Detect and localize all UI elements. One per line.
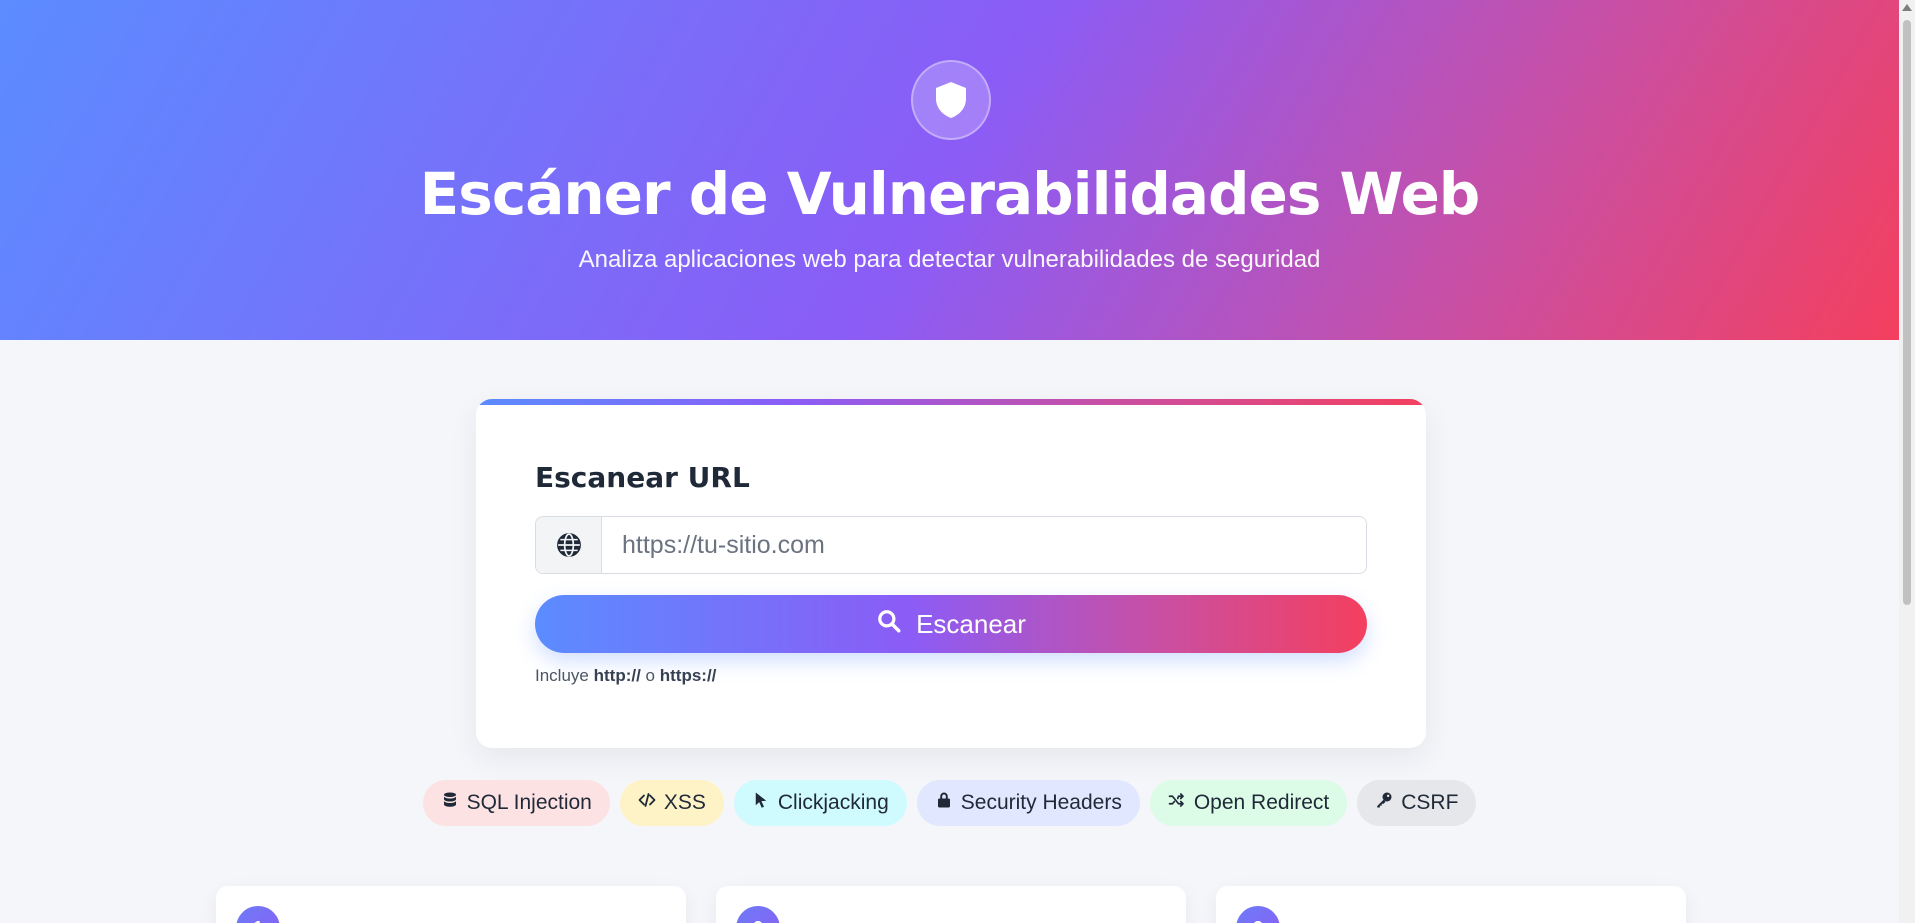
hero-header: Escáner de Vulnerabilidades Web Analiza …	[0, 0, 1899, 340]
pointer-icon	[752, 791, 770, 815]
step-number-badge: 2	[736, 906, 780, 923]
scrollbar-thumb[interactable]	[1903, 20, 1911, 605]
page-scrollbar[interactable]	[1899, 0, 1915, 923]
tag-security-headers[interactable]: Security Headers	[916, 780, 1140, 826]
code-icon	[638, 791, 656, 815]
tag-clickjacking[interactable]: Clickjacking	[733, 780, 907, 826]
tag-label: Security Headers	[960, 791, 1122, 814]
tag-label: CSRF	[1401, 791, 1459, 814]
scan-card: Escanear URL Escanear Incluye http:// o …	[476, 399, 1426, 748]
shuffle-icon	[1168, 791, 1186, 815]
database-icon	[441, 791, 459, 815]
tag-label: SQL Injection	[466, 791, 592, 814]
tag-csrf[interactable]: CSRF	[1357, 780, 1477, 826]
tag-label: XSS	[663, 791, 706, 814]
search-icon	[876, 608, 902, 641]
key-icon	[1375, 791, 1393, 815]
hint-http: http://	[593, 666, 641, 685]
tag-label: Clickjacking	[777, 791, 889, 814]
step-card-1: 1	[216, 886, 686, 923]
url-input[interactable]	[602, 517, 1366, 573]
shield-icon	[911, 60, 991, 140]
hint-https: https://	[659, 666, 717, 685]
step-card-3: 3	[1216, 886, 1686, 923]
step-number-badge: 3	[1236, 906, 1280, 923]
card-accent-bar	[476, 399, 1426, 405]
globe-icon	[536, 517, 602, 573]
hint-or: o	[645, 666, 656, 685]
scan-card-title: Escanear URL	[535, 461, 750, 494]
lock-icon	[935, 791, 953, 815]
tag-xss[interactable]: XSS	[619, 780, 724, 826]
step-card-2: 2	[716, 886, 1186, 923]
step-number-badge: 1	[236, 906, 280, 923]
tag-label: Open Redirect	[1193, 791, 1330, 814]
hint-prefix: Incluye	[535, 666, 589, 685]
scan-button[interactable]: Escanear	[535, 595, 1367, 653]
vulnerability-tags: SQL Injection XSS Clickjacking Security …	[0, 780, 1899, 826]
url-input-group	[535, 516, 1367, 574]
scan-button-label: Escanear	[916, 608, 1026, 639]
tag-sql-injection[interactable]: SQL Injection	[422, 780, 610, 826]
tag-open-redirect[interactable]: Open Redirect	[1149, 780, 1348, 826]
url-hint: Incluye http:// o https://	[535, 666, 716, 686]
page-title: Escáner de Vulnerabilidades Web	[419, 160, 1481, 228]
scroll-up-arrow-icon[interactable]	[1902, 4, 1912, 11]
page-subtitle: Analiza aplicaciones web para detectar v…	[578, 246, 1321, 273]
